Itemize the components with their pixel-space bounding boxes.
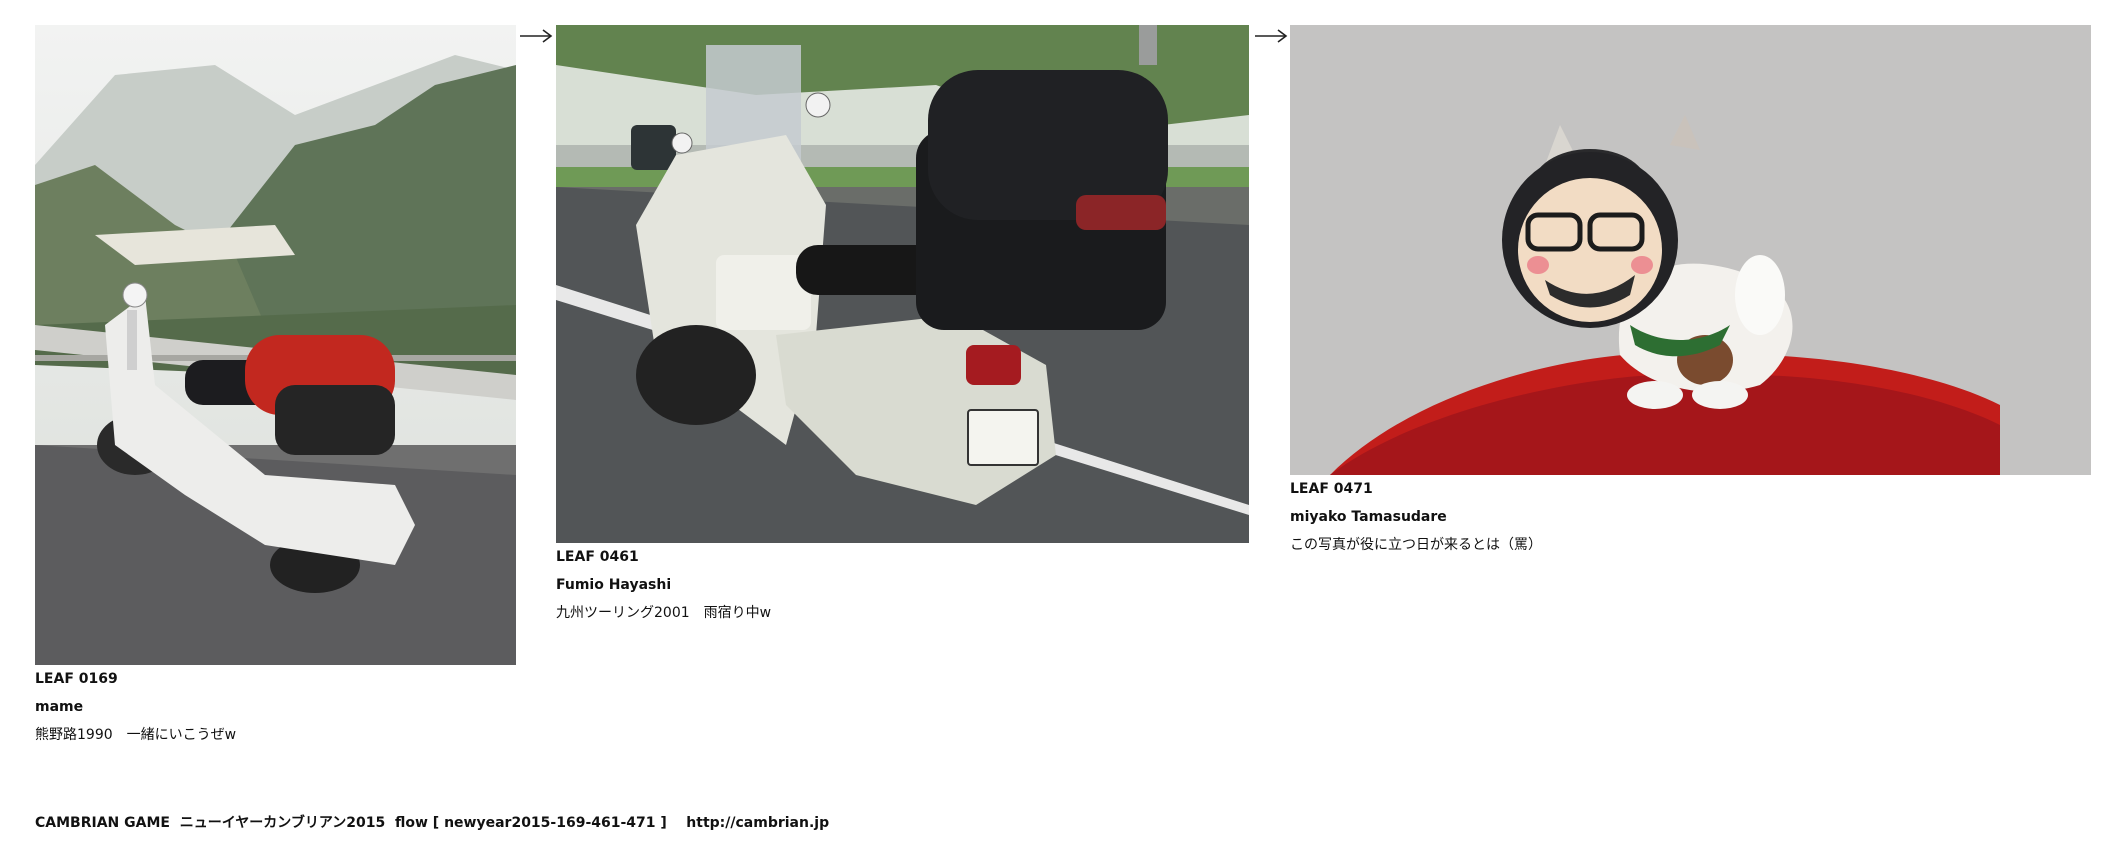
- leaf-id: LEAF 0471: [1290, 481, 1373, 497]
- plush-doll-image: [1290, 25, 2091, 475]
- leaf-0461: LEAF 0461 Fumio Hayashi 九州ツーリング2001 雨宿り中…: [556, 25, 1249, 627]
- leaf-photo-plush-doll[interactable]: [1290, 25, 2091, 475]
- leaf-0471: LEAF 0471 miyako Tamasudare この写真が役に立つ日が来…: [1290, 25, 2091, 559]
- leaf-photo-scooter-mountain[interactable]: [35, 25, 516, 665]
- leaf-author[interactable]: miyako Tamasudare: [1290, 503, 2091, 531]
- leaf-note: この写真が役に立つ日が来るとは（罵）: [1290, 537, 1542, 553]
- leaf-id: LEAF 0169: [35, 671, 118, 687]
- scooter-rain-image: [556, 25, 1249, 543]
- leaf-photo-scooter-rain[interactable]: [556, 25, 1249, 543]
- right-arrow-icon[interactable]: [519, 28, 553, 44]
- scooter-mountain-image: [35, 25, 516, 665]
- leaf-0169: LEAF 0169 mame 熊野路1990 一緒にいこうぜw: [35, 25, 516, 749]
- leaf-id: LEAF 0461: [556, 549, 639, 565]
- leaf-author[interactable]: Fumio Hayashi: [556, 571, 1249, 599]
- right-arrow-icon[interactable]: [1254, 28, 1288, 44]
- leaf-note: 九州ツーリング2001 雨宿り中w: [556, 605, 772, 621]
- footer-credit: CAMBRIAN GAME ニューイヤーカンブリアン2015 flow [ ne…: [35, 815, 830, 831]
- leaf-note: 熊野路1990 一緒にいこうぜw: [35, 727, 237, 743]
- leaf-author[interactable]: mame: [35, 693, 516, 721]
